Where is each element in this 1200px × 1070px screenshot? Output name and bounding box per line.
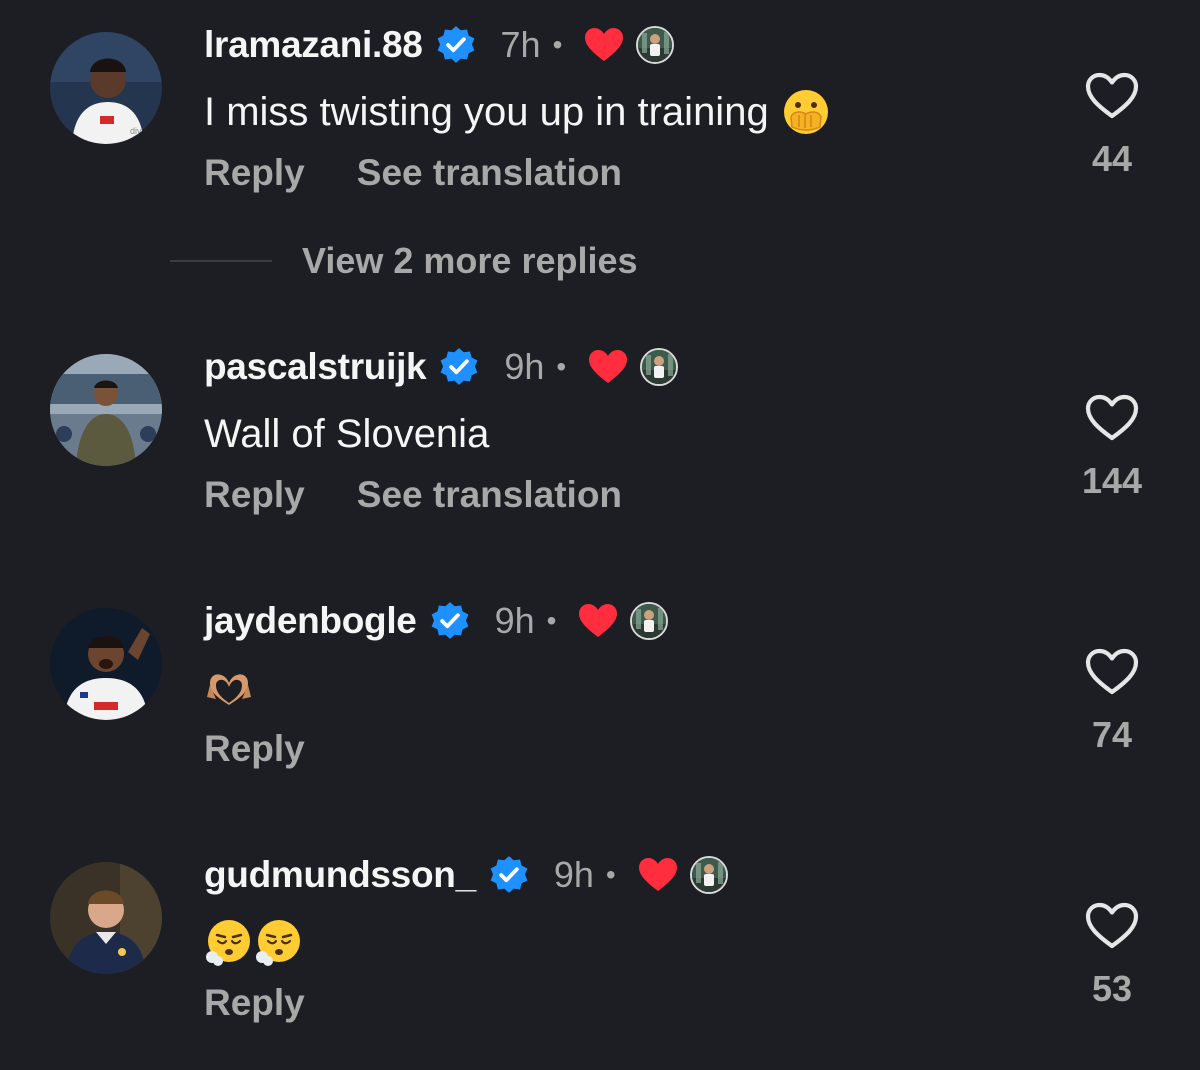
timestamp: 7h	[500, 24, 541, 65]
heart-outline-icon[interactable]	[1085, 72, 1139, 120]
comment-text	[204, 662, 254, 714]
verified-badge-icon	[438, 346, 480, 388]
creator-avatar	[636, 26, 675, 64]
avatar[interactable]	[50, 354, 162, 466]
comment-text: Wall of Slovenia	[204, 408, 489, 460]
reply-button[interactable]: Reply	[204, 982, 305, 1024]
svg-text:div: div	[130, 126, 142, 136]
like-column: 53	[1080, 902, 1144, 1010]
creator-avatar	[630, 602, 669, 640]
like-count: 74	[1091, 714, 1133, 755]
like-count: 144	[1081, 460, 1143, 501]
heart-hands-emoji-icon	[204, 663, 254, 713]
verified-badge-icon	[429, 600, 471, 642]
separator-dot: •	[605, 859, 616, 890]
comment-actions: Reply	[204, 726, 305, 772]
verified-badge-icon	[435, 24, 477, 66]
username[interactable]: pascalstruijk	[204, 346, 427, 388]
reply-button[interactable]: Reply	[204, 728, 305, 770]
creator-avatar	[689, 856, 728, 894]
creator-liked-heart-icon	[588, 349, 628, 385]
like-column: 74	[1080, 648, 1144, 756]
hand-over-mouth-emoji-icon	[781, 87, 831, 137]
face-exhaling-emoji-icon	[254, 917, 304, 967]
view-more-replies-label: View 2 more replies	[302, 240, 638, 281]
comment-header: lramazani.88 7h •	[204, 20, 675, 70]
divider-line	[170, 260, 272, 262]
separator-dot: •	[546, 605, 557, 636]
username[interactable]: jaydenbogle	[204, 600, 417, 642]
avatar[interactable]	[50, 862, 162, 974]
creator-liked-heart-icon	[578, 603, 618, 639]
comment-actions: Reply	[204, 980, 305, 1026]
verified-badge-icon	[488, 854, 530, 896]
avatar[interactable]: div	[50, 32, 162, 144]
creator-avatar	[640, 348, 679, 386]
view-more-replies-button[interactable]: View 2 more replies	[170, 236, 638, 286]
timestamp: 9h	[553, 854, 594, 895]
comment-header: jaydenbogle 9h •	[204, 596, 669, 646]
comment-header: pascalstruijk 9h •	[204, 342, 679, 392]
heart-outline-icon[interactable]	[1085, 394, 1139, 442]
like-column: 44	[1080, 72, 1144, 180]
comment-body: Wall of Slovenia	[204, 411, 490, 456]
see-translation-button[interactable]: See translation	[357, 152, 622, 194]
like-count: 44	[1091, 138, 1133, 179]
heart-outline-icon[interactable]	[1085, 902, 1139, 950]
separator-dot: •	[552, 29, 563, 60]
comment-text	[204, 916, 304, 968]
reply-button[interactable]: Reply	[204, 152, 305, 194]
face-exhaling-emoji-icon	[204, 917, 254, 967]
reply-button[interactable]: Reply	[204, 474, 305, 516]
username[interactable]: lramazani.88	[204, 24, 423, 66]
creator-liked-heart-icon	[584, 27, 624, 63]
like-column: 144	[1080, 394, 1144, 502]
timestamp: 9h	[504, 346, 545, 387]
comment-text: I miss twisting you up in training	[204, 86, 831, 138]
timestamp: 9h	[494, 600, 535, 641]
comment-actions: Reply See translation	[204, 150, 622, 196]
comment-body: I miss twisting you up in training	[204, 89, 769, 134]
comment-header: gudmundsson_ 9h •	[204, 850, 728, 900]
like-count: 53	[1091, 968, 1133, 1009]
see-translation-button[interactable]: See translation	[357, 474, 622, 516]
heart-outline-icon[interactable]	[1085, 648, 1139, 696]
creator-liked-heart-icon	[638, 857, 678, 893]
avatar[interactable]	[50, 608, 162, 720]
username[interactable]: gudmundsson_	[204, 854, 476, 896]
separator-dot: •	[556, 351, 567, 382]
comment-actions: Reply See translation	[204, 472, 622, 518]
